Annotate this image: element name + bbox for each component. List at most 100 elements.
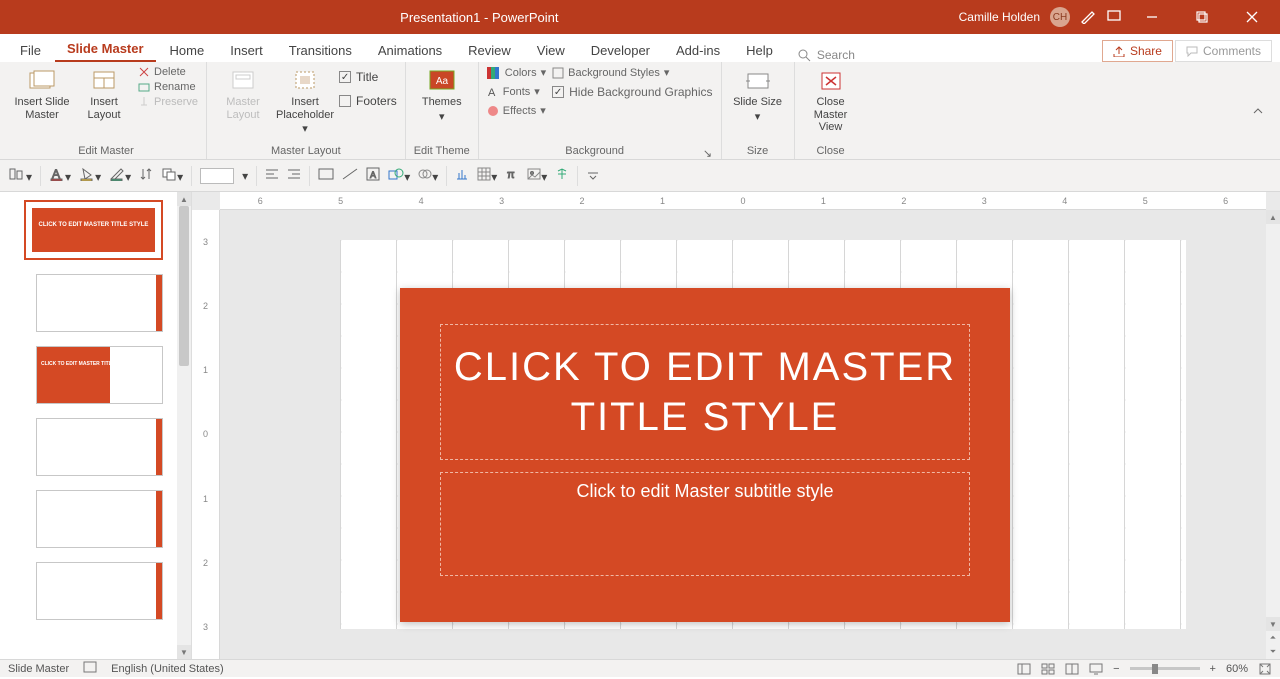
display-mode-icon[interactable] (1106, 8, 1122, 27)
textbox-button[interactable]: A (366, 167, 380, 184)
more-commands-button[interactable] (586, 169, 600, 183)
share-button[interactable]: Share (1102, 40, 1173, 62)
close-button[interactable] (1232, 0, 1272, 34)
arrange-button[interactable]: ▾ (161, 167, 183, 184)
tab-transitions[interactable]: Transitions (277, 37, 364, 62)
user-avatar[interactable]: CH (1050, 7, 1070, 27)
tab-review[interactable]: Review (456, 37, 523, 62)
bg-styles-button[interactable]: Background Styles ▾ (552, 66, 712, 79)
previous-slide-icon[interactable]: ⏶ (1266, 631, 1280, 645)
quick-format-toolbar: ▾ A▾ ▾ ▾ ▾ ▾ A ▾ ▾ ▾ π ▾ (0, 160, 1280, 192)
reading-view-icon[interactable] (1065, 662, 1079, 676)
next-slide-icon[interactable]: ⏷ (1266, 645, 1280, 659)
horizontal-ruler: 6543210123456 (220, 192, 1266, 210)
user-name: Camille Holden (959, 10, 1040, 24)
table-button[interactable]: ▾ (477, 167, 497, 184)
layout-icon (89, 68, 119, 94)
slide-thumbnail-panel: CLICK TO EDIT MASTER TITLE STYLE CLICK T… (0, 192, 192, 659)
rename-button[interactable]: Rename (138, 81, 198, 93)
shapes-gallery-button[interactable]: ▾ (388, 167, 410, 184)
chart-button[interactable] (455, 167, 469, 184)
doc-name: Presentation1 (400, 10, 480, 25)
layout-thumbnail-2[interactable]: CLICK TO EDIT MASTER TITLE STYLE (36, 346, 163, 404)
selection-pane-button[interactable] (555, 167, 569, 184)
picture-button[interactable]: ▾ (527, 167, 547, 184)
tab-insert[interactable]: Insert (218, 37, 275, 62)
font-color-button[interactable]: A▾ (49, 167, 71, 184)
delete-button[interactable]: Delete (138, 66, 198, 78)
slide-size-button[interactable]: Slide Size ▾ (730, 66, 786, 123)
hide-bg-checkbox[interactable]: ✓Hide Background Graphics (552, 85, 712, 99)
scroll-up-icon[interactable]: ▲ (1266, 210, 1280, 224)
spellcheck-icon[interactable] (83, 661, 97, 676)
collapse-ribbon-button[interactable] (1242, 62, 1274, 159)
title-checkbox[interactable]: ✓Title (339, 70, 397, 84)
footers-checkbox[interactable]: Footers (339, 94, 397, 108)
master-thumbnail[interactable]: CLICK TO EDIT MASTER TITLE STYLE (24, 200, 163, 260)
align-right-button[interactable] (287, 168, 301, 183)
fonts-button[interactable]: AFonts ▾ (487, 85, 546, 98)
layout-thumbnail-5[interactable] (36, 562, 163, 620)
fit-to-window-icon[interactable] (1258, 662, 1272, 676)
zoom-out-button[interactable]: − (1113, 663, 1119, 675)
tab-animations[interactable]: Animations (366, 37, 454, 62)
shape-fill-dropdown[interactable]: ▾ (242, 169, 248, 183)
insert-slide-master-button[interactable]: Insert Slide Master (14, 66, 70, 121)
language-label[interactable]: English (United States) (111, 663, 224, 675)
canvas-vertical-scrollbar[interactable]: ▲ ▼ ⏶ ⏷ (1266, 210, 1280, 659)
tab-file[interactable]: File (8, 37, 53, 62)
title-placeholder[interactable]: CLICK TO EDIT MASTER TITLE STYLE (440, 324, 970, 460)
scrollbar-handle[interactable] (179, 206, 189, 366)
subtitle-placeholder[interactable]: Click to edit Master subtitle style (440, 472, 970, 576)
outline-color-button[interactable]: ▾ (109, 167, 131, 184)
tab-home[interactable]: Home (158, 37, 217, 62)
zoom-slider[interactable] (1130, 667, 1200, 670)
tab-view[interactable]: View (525, 37, 577, 62)
sort-button[interactable] (139, 167, 153, 184)
dialog-launcher-icon[interactable]: ↘ (703, 147, 713, 157)
insert-placeholder-button[interactable]: Insert Placeholder ▾ (277, 66, 333, 136)
fill-color-button[interactable]: ▾ (79, 167, 101, 184)
zoom-in-button[interactable]: + (1210, 663, 1216, 675)
themes-button[interactable]: Aa Themes ▾ (414, 66, 470, 123)
zoom-slider-handle[interactable] (1152, 664, 1158, 674)
tab-developer[interactable]: Developer (579, 37, 662, 62)
align-left-button[interactable] (265, 168, 279, 183)
tab-addins[interactable]: Add-ins (664, 37, 732, 62)
insert-layout-button[interactable]: Insert Layout (76, 66, 132, 121)
editing-stage[interactable]: CLICK TO EDIT MASTER TITLE STYLE Click t… (220, 210, 1266, 659)
layout-thumbnail-4[interactable] (36, 490, 163, 548)
equation-button[interactable]: π (505, 167, 519, 184)
close-master-view-button[interactable]: Close Master View (803, 66, 859, 134)
layout-thumbnail-1[interactable] (36, 274, 163, 332)
shape-fill-swatch[interactable] (200, 168, 234, 184)
align-objects-button[interactable]: ▾ (8, 167, 32, 184)
minimize-button[interactable] (1132, 0, 1172, 34)
scroll-up-icon[interactable]: ▲ (177, 192, 191, 206)
rectangle-shape-button[interactable] (318, 168, 334, 183)
line-shape-button[interactable] (342, 168, 358, 183)
tab-slide-master[interactable]: Slide Master (55, 35, 156, 62)
slideshow-icon[interactable] (1089, 662, 1103, 676)
thumbnail-scrollbar[interactable]: ▲ ▼ (177, 192, 191, 659)
pen-icon[interactable] (1080, 8, 1096, 27)
tell-me-search[interactable]: Search (787, 48, 865, 62)
group-label-background: Background (487, 145, 703, 157)
maximize-button[interactable] (1182, 0, 1222, 34)
colors-button[interactable]: Colors ▾ (487, 66, 546, 79)
svg-text:A: A (488, 87, 496, 98)
scroll-down-icon[interactable]: ▼ (1266, 617, 1280, 631)
slide-sorter-icon[interactable] (1041, 662, 1055, 676)
comments-button[interactable]: Comments (1175, 40, 1272, 62)
preserve-button[interactable]: Preserve (138, 96, 198, 108)
scroll-down-icon[interactable]: ▼ (177, 645, 191, 659)
effects-button[interactable]: Effects ▾ (487, 104, 546, 117)
layout-thumbnail-3[interactable] (36, 418, 163, 476)
slide-master-surface[interactable]: CLICK TO EDIT MASTER TITLE STYLE Click t… (400, 288, 1010, 622)
chevron-down-icon: ▾ (755, 111, 761, 124)
tab-help[interactable]: Help (734, 37, 785, 62)
group-label-master-layout: Master Layout (215, 145, 397, 157)
zoom-level[interactable]: 60% (1226, 663, 1248, 675)
merge-shapes-button[interactable]: ▾ (418, 167, 438, 184)
normal-view-icon[interactable] (1017, 662, 1031, 676)
